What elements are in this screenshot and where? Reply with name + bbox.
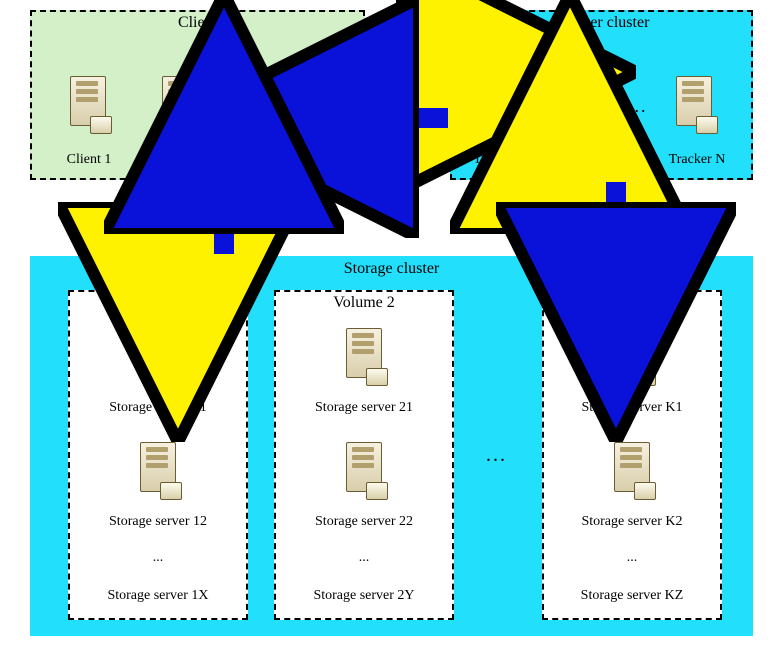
ellipsis: ... (486, 444, 507, 467)
volume-box: Volume 2 Storage server 21 Storage serve… (274, 290, 454, 620)
client-cluster-box: Client Client 1 Client 2 ... Client M (30, 10, 365, 180)
tracker-node-label: Tracker 1 (456, 152, 544, 168)
volume-title: Volume 1 (70, 292, 246, 312)
client-title: Client (32, 12, 363, 32)
ellipsis: ... (628, 96, 648, 117)
client-node-label: Client 1 (44, 152, 134, 168)
server-icon (672, 74, 718, 134)
volume-title: Volume 2 (276, 292, 452, 312)
ellipsis: ... (544, 550, 720, 566)
storage-node-label: Storage server 21 (276, 400, 452, 416)
storage-node-label: Storage server 2Y (276, 588, 452, 604)
server-icon (136, 440, 182, 500)
tracker-node-label: Tracker N (652, 152, 742, 168)
tracker-node-label: Tracker 2 (542, 152, 630, 168)
storage-node-label: Storage server 12 (70, 514, 246, 530)
storage-node-label: Storage server K2 (544, 514, 720, 530)
storage-node-label: Storage server KZ (544, 588, 720, 604)
storage-node-label: Storage server 1X (70, 588, 246, 604)
tracker-cluster-box: Tracker cluster Tracker 1 Tracker 2 ... … (450, 10, 753, 180)
server-icon (562, 74, 608, 134)
server-icon (610, 440, 656, 500)
server-icon (272, 74, 318, 134)
server-icon (66, 74, 112, 134)
server-icon (342, 326, 388, 386)
server-icon (610, 326, 656, 386)
volume-title: Volume K (544, 292, 720, 312)
storage-cluster-box: Storage cluster Volume 1 Storage server … (30, 256, 753, 636)
ellipsis: ... (224, 96, 244, 117)
server-icon (136, 326, 182, 386)
client-node-label: Client 2 (136, 152, 226, 168)
volume-box: Volume K Storage server K1 Storage serve… (542, 290, 722, 620)
ellipsis: ... (70, 550, 246, 566)
storage-node-label: Storage server 11 (70, 400, 246, 416)
storage-title: Storage cluster (32, 258, 751, 278)
storage-node-label: Storage server K1 (544, 400, 720, 416)
server-icon (158, 74, 204, 134)
ellipsis: ... (276, 550, 452, 566)
server-icon (342, 440, 388, 500)
storage-node-label: Storage server 22 (276, 514, 452, 530)
client-node-label: Client M (248, 152, 344, 168)
tracker-title: Tracker cluster (452, 12, 751, 32)
server-icon (476, 74, 522, 134)
volume-box: Volume 1 Storage server 11 Storage serve… (68, 290, 248, 620)
